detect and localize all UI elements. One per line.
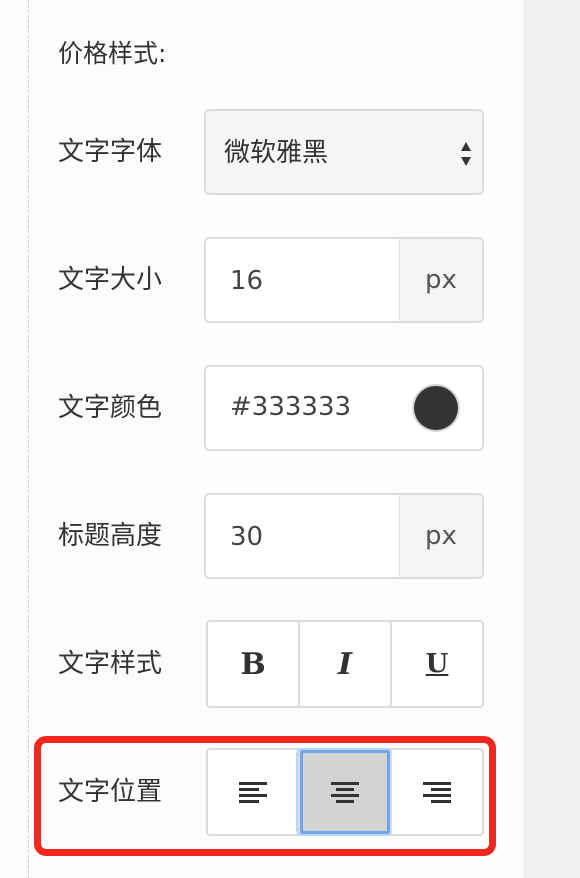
font-family-label: 文字字体	[58, 137, 163, 167]
color-swatch[interactable]	[414, 386, 458, 430]
text-style-label: 文字样式	[58, 649, 163, 679]
font-family-select[interactable]: 微软雅黑	[204, 109, 484, 195]
text-color-input[interactable]: #333333	[230, 387, 351, 427]
bold-button[interactable]: B	[208, 622, 298, 706]
panel-divider	[524, 0, 526, 878]
text-color-field: #333333	[204, 365, 484, 451]
title-height-input[interactable]: 30	[230, 517, 263, 557]
underline-button[interactable]: U	[390, 622, 482, 706]
text-color-label: 文字颜色	[58, 393, 163, 423]
dashed-guide-line	[28, 0, 29, 878]
italic-button[interactable]: I	[298, 622, 390, 706]
highlight-frame	[34, 736, 496, 856]
font-size-unit: px	[399, 239, 482, 321]
title-height-label: 标题高度	[58, 521, 163, 551]
font-size-input[interactable]: 16	[230, 261, 263, 301]
font-family-value: 微软雅黑	[224, 138, 329, 168]
title-height-unit: px	[399, 495, 482, 577]
title-height-field: 30 px	[204, 493, 484, 579]
select-arrows-icon	[461, 142, 471, 166]
font-size-label: 文字大小	[58, 265, 163, 295]
section-title: 价格样式:	[58, 39, 167, 68]
font-size-field: 16 px	[204, 237, 484, 323]
settings-screen: 价格样式: 文字字体 微软雅黑 文字大小 16 px 文字颜色 #333333 …	[0, 0, 580, 878]
text-style-group: B I U	[206, 620, 484, 708]
